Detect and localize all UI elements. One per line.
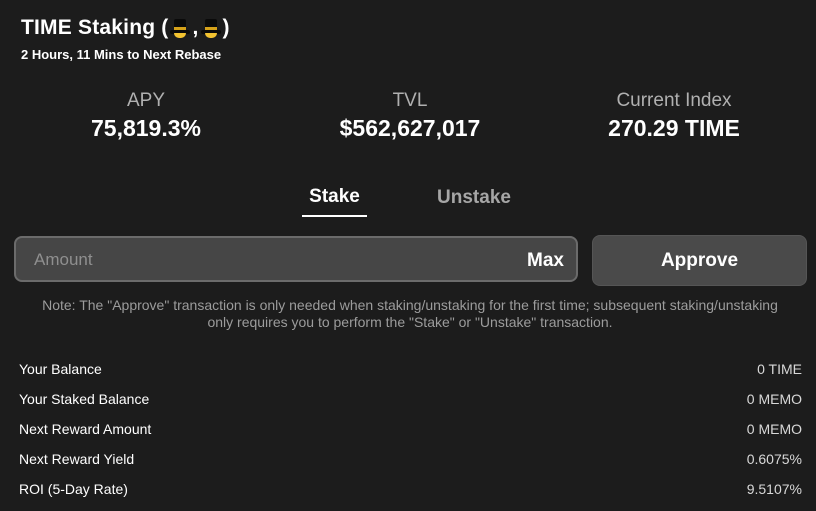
detail-row-next-reward-yield: Next Reward Yield 0.6075% — [19, 449, 802, 469]
tvl-label: TVL — [392, 90, 428, 111]
tab-stake[interactable]: Stake — [302, 186, 367, 217]
current-index-stat: Current Index 270.29 TIME — [559, 90, 789, 142]
page-title-text: TIME Staking ( — [21, 16, 169, 39]
detail-label: Your Staked Balance — [19, 391, 150, 407]
detail-value: 9.5107% — [746, 481, 802, 497]
apy-value: 75,819.3% — [91, 115, 201, 141]
tab-unstake[interactable]: Unstake — [430, 187, 518, 209]
detail-label: Your Balance — [19, 361, 102, 377]
detail-row-staked-balance: Your Staked Balance 0 MEMO — [19, 389, 802, 409]
top-hat-emoji-icon — [170, 18, 191, 38]
tvl-stat: TVL $562,627,017 — [295, 90, 525, 142]
current-index-label: Current Index — [616, 90, 732, 111]
approve-note: Note: The "Approve" transaction is only … — [42, 297, 778, 330]
detail-value: 0 TIME — [757, 361, 802, 377]
tvl-value: $562,627,017 — [339, 115, 481, 141]
amount-input[interactable] — [34, 248, 474, 272]
detail-value: 0.6075% — [746, 451, 802, 467]
detail-label: Next Reward Amount — [19, 421, 152, 437]
apy-label: APY — [126, 90, 166, 111]
detail-row-next-reward-amount: Next Reward Amount 0 MEMO — [19, 419, 802, 439]
detail-label: ROI (5-Day Rate) — [19, 481, 128, 497]
page-title-separator: , — [192, 16, 199, 39]
top-hat-emoji-icon — [200, 18, 221, 38]
max-button[interactable]: Max — [527, 250, 564, 272]
rebase-countdown: 2 Hours, 11 Mins to Next Rebase — [21, 47, 222, 62]
apy-stat: APY 75,819.3% — [31, 90, 261, 142]
staking-panel: TIME Staking ( , ) 2 Hours, 11 Mins to N… — [0, 0, 816, 511]
detail-row-balance: Your Balance 0 TIME — [19, 359, 802, 379]
detail-label: Next Reward Yield — [19, 451, 135, 467]
detail-value: 0 MEMO — [746, 391, 802, 407]
current-index-value: 270.29 TIME — [608, 115, 740, 141]
approve-button[interactable]: Approve — [592, 235, 807, 286]
amount-field: Max — [14, 236, 578, 282]
detail-row-roi: ROI (5-Day Rate) 9.5107% — [19, 479, 802, 499]
page-title-close: ) — [222, 16, 230, 39]
page-title: TIME Staking ( , ) — [21, 16, 230, 40]
detail-value: 0 MEMO — [746, 421, 802, 437]
